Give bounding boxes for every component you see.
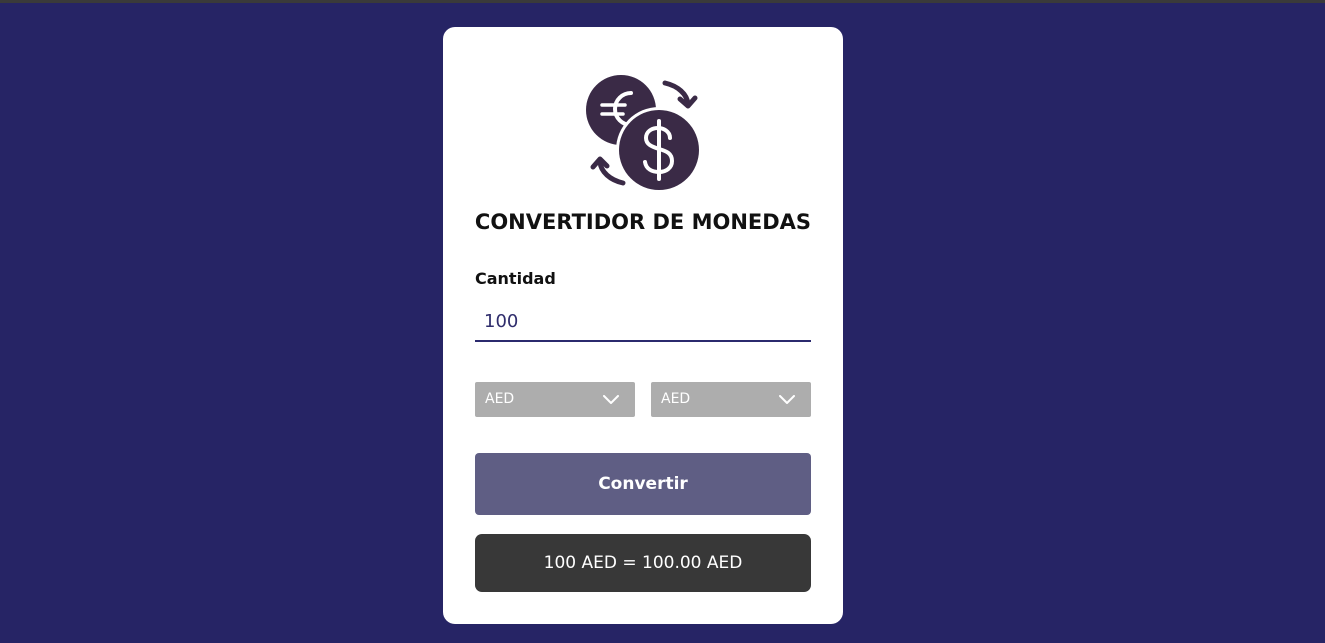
chevron-down-icon <box>603 393 619 404</box>
currency-exchange-icon <box>585 75 703 193</box>
from-currency-select[interactable]: AED <box>475 382 635 417</box>
chevron-down-icon <box>779 393 795 404</box>
amount-input[interactable] <box>475 302 811 342</box>
to-currency-select[interactable]: AED <box>651 382 811 417</box>
convert-button[interactable]: Convertir <box>475 453 811 515</box>
to-currency-value: AED <box>661 391 691 407</box>
page-title: CONVERTIDOR DE MONEDAS <box>474 210 812 234</box>
browser-top-border <box>0 0 1325 3</box>
from-currency-value: AED <box>485 391 515 407</box>
converter-card: CONVERTIDOR DE MONEDAS Cantidad AED AED … <box>443 27 843 624</box>
conversion-result: 100 AED = 100.00 AED <box>475 534 811 592</box>
amount-label: Cantidad <box>475 269 556 288</box>
